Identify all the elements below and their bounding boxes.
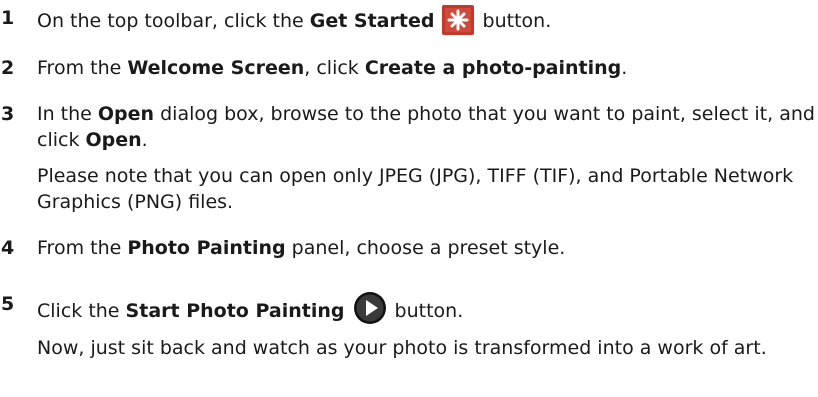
step-3: 3 In the Open dialog box, browse to the …: [0, 101, 818, 215]
step-note: Please note that you can open only JPEG …: [37, 165, 794, 213]
open-button-label: Open: [85, 129, 142, 151]
step-number: 4: [1, 237, 15, 259]
step-1: 1 On the top toolbar, click the Get Star…: [0, 5, 818, 35]
step-4: 4 From the Photo Painting panel, choose …: [0, 235, 818, 261]
step-number: 5: [1, 293, 15, 315]
create-photo-painting-label: Create a photo-painting: [364, 57, 622, 79]
step-note: Now, just sit back and watch as your pho…: [37, 337, 767, 359]
get-started-icon: [442, 5, 475, 35]
step-2: 2 From the Welcome Screen, click Create …: [0, 55, 818, 81]
step-text-part: Click the: [37, 300, 126, 322]
start-photo-painting-label: Start Photo Painting: [125, 300, 345, 322]
step-text-part: button.: [388, 300, 464, 322]
step-5: 5 Click the Start Photo Painting button.…: [0, 291, 818, 361]
step-text-part: panel, choose a preset style.: [285, 237, 566, 259]
open-dialog-label: Open: [97, 103, 155, 125]
step-text-part: From the: [37, 237, 128, 259]
step-number: 1: [1, 7, 15, 29]
step-text: Click the Start Photo Painting button. N…: [37, 291, 818, 361]
get-started-label: Get Started: [309, 10, 435, 32]
step-text: From the Photo Painting panel, choose a …: [37, 235, 818, 261]
step-text-part: dialog box, browse to the photo that you…: [37, 103, 815, 151]
step-text-part: button.: [476, 10, 552, 32]
step-text: From the Welcome Screen, click Create a …: [37, 55, 818, 81]
step-number: 2: [1, 57, 15, 79]
step-text-part: .: [621, 57, 628, 79]
step-text-part: .: [141, 129, 148, 151]
step-text-part: , click: [304, 57, 365, 79]
photo-painting-panel-label: Photo Painting: [127, 237, 286, 259]
step-text-part: On the top toolbar, click the: [37, 10, 310, 32]
play-icon: [353, 291, 387, 325]
step-text-part: From the: [37, 57, 128, 79]
step-number: 3: [1, 103, 15, 125]
instruction-steps: 1 On the top toolbar, click the Get Star…: [0, 0, 818, 361]
step-text: On the top toolbar, click the Get Starte…: [37, 5, 818, 35]
welcome-screen-label: Welcome Screen: [127, 57, 305, 79]
step-text: In the Open dialog box, browse to the ph…: [37, 101, 818, 215]
step-text-part: In the: [37, 103, 98, 125]
